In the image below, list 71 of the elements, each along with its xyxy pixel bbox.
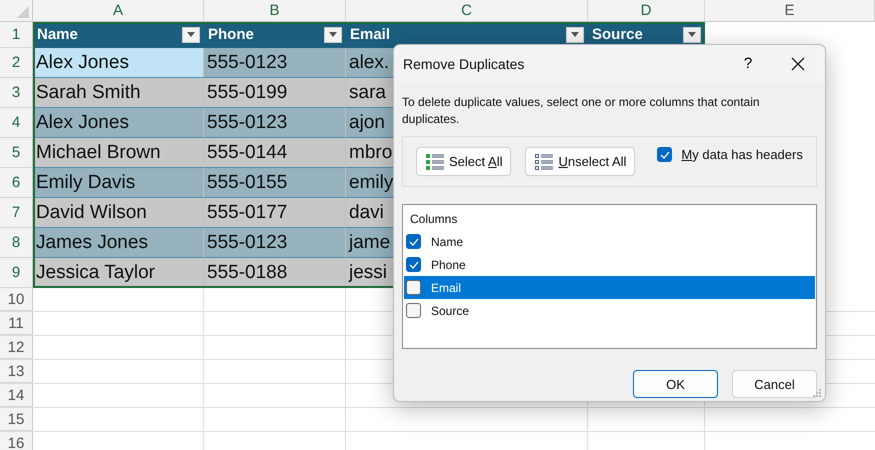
row-header[interactable]: 15 — [0, 408, 33, 431]
column-header[interactable]: E — [705, 0, 875, 21]
checkbox[interactable] — [406, 257, 421, 272]
help-button[interactable]: ? — [725, 45, 771, 82]
row-header[interactable]: 13 — [0, 360, 33, 383]
column-list-item[interactable]: Source — [404, 299, 815, 322]
column-header[interactable]: B — [204, 0, 346, 21]
row-header[interactable]: 12 — [0, 336, 33, 359]
column-header[interactable]: A — [33, 0, 204, 21]
caret-icon — [688, 32, 696, 37]
row-header[interactable]: 3 — [0, 78, 33, 108]
corner-triangle-icon — [17, 6, 29, 18]
resize-grip-icon[interactable] — [813, 389, 822, 398]
row-header[interactable]: 6 — [0, 168, 33, 198]
row-header[interactable]: 9 — [0, 258, 33, 288]
list-heading: Columns — [409, 211, 458, 228]
check-icon — [408, 260, 418, 268]
table-cell: 555-0155 — [204, 168, 346, 198]
row-header[interactable]: 16 — [0, 432, 33, 450]
ok-button[interactable]: OK — [633, 370, 718, 398]
row-header[interactable]: 5 — [0, 138, 33, 168]
check-icon — [408, 238, 418, 246]
row-header[interactable]: 8 — [0, 228, 33, 258]
column-list-item[interactable]: Email — [404, 276, 815, 299]
column-header[interactable]: D — [588, 0, 705, 21]
row-header[interactable]: 1 — [0, 22, 33, 48]
table-cell: David Wilson — [33, 198, 204, 228]
column-header[interactable]: C — [346, 0, 588, 21]
table-cell: 555-0123 — [204, 48, 346, 78]
table-header-cell: Source — [592, 26, 643, 43]
table-cell: Alex Jones — [33, 48, 204, 78]
list-icon — [534, 152, 554, 170]
checklist-icon — [425, 152, 445, 170]
caret-icon — [571, 32, 579, 37]
table-cell: Sarah Smith — [33, 78, 204, 108]
row-header[interactable]: 7 — [0, 198, 33, 228]
checkbox[interactable] — [406, 303, 421, 318]
checkbox[interactable] — [406, 234, 421, 249]
row-header[interactable]: 11 — [0, 312, 33, 335]
row-header[interactable]: 2 — [0, 48, 33, 78]
table-cell: Jessica Taylor — [33, 258, 204, 288]
table-cell: Alex Jones — [33, 108, 204, 138]
table-cell: 555-0177 — [204, 198, 346, 228]
table-header-cell: Email — [350, 26, 390, 43]
check-icon — [660, 150, 670, 158]
row-header[interactable]: 4 — [0, 108, 33, 138]
filter-dropdown-button[interactable] — [182, 26, 200, 42]
table-cell: Michael Brown — [33, 138, 204, 168]
caret-icon — [187, 32, 195, 37]
headers-checkbox[interactable]: My data has headers — [657, 147, 803, 162]
table-header-cell: Name — [37, 26, 78, 43]
filter-dropdown-button[interactable] — [683, 26, 701, 42]
checkbox[interactable] — [406, 280, 421, 295]
row-header[interactable]: 14 — [0, 384, 33, 407]
table-cell: 555-0188 — [204, 258, 346, 288]
row-header[interactable]: 10 — [0, 288, 33, 311]
caret-icon — [329, 32, 337, 37]
filter-dropdown-button[interactable] — [324, 26, 342, 42]
table-cell: Emily Davis — [33, 168, 204, 198]
cancel-button[interactable]: Cancel — [732, 370, 817, 398]
table-cell: 555-0144 — [204, 138, 346, 168]
table-cell: 555-0123 — [204, 228, 346, 258]
dialog-title: Remove Duplicates — [403, 56, 526, 72]
table-cell: 555-0199 — [204, 78, 346, 108]
table-cell: 555-0123 — [204, 108, 346, 138]
table-cell: James Jones — [33, 228, 204, 258]
close-icon — [791, 56, 805, 70]
select-button[interactable]: Select All — [416, 147, 512, 176]
filter-dropdown-button[interactable] — [566, 26, 584, 42]
table-header-cell: Phone — [208, 26, 254, 43]
select-button[interactable]: Unselect All — [525, 147, 636, 176]
